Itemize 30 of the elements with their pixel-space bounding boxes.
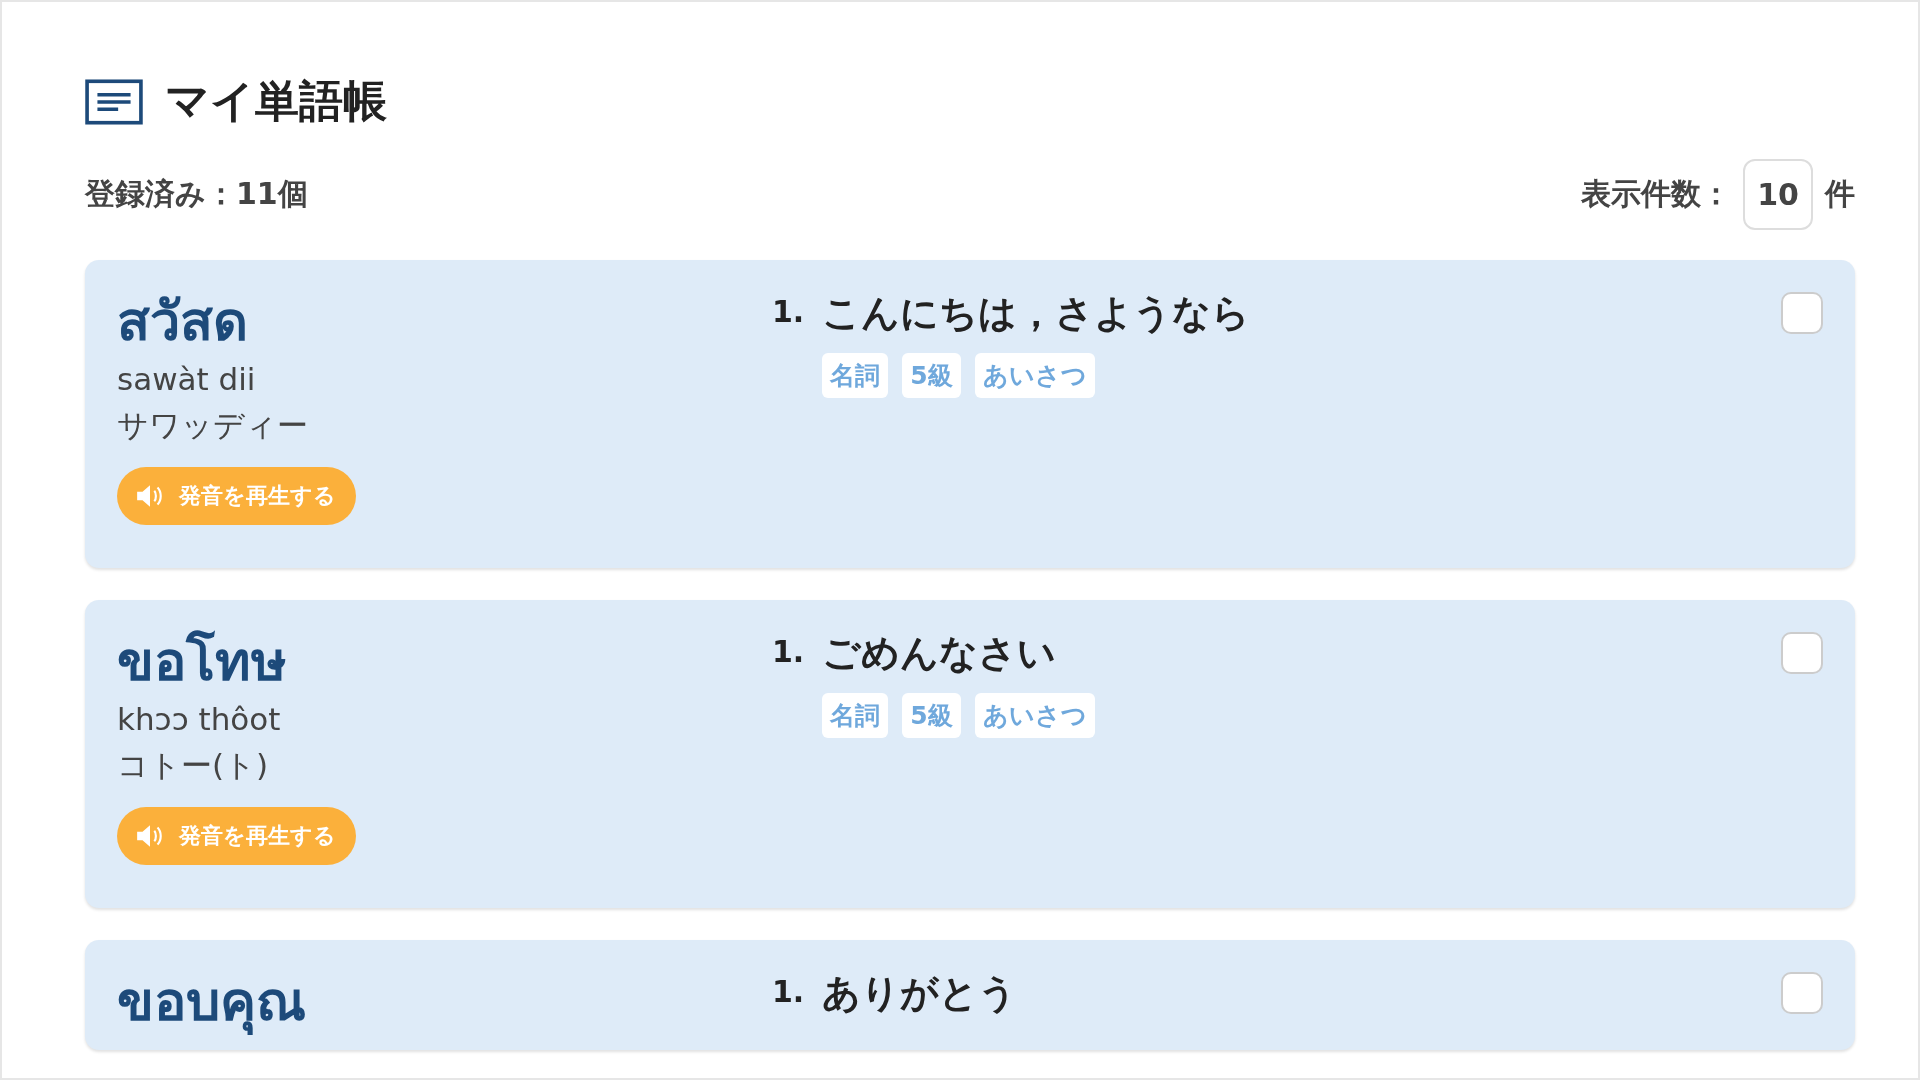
romanization: khɔɔ thôot <box>117 699 282 739</box>
checkbox[interactable] <box>1781 292 1823 334</box>
play-audio-button[interactable]: 発音を再生する <box>117 466 356 525</box>
page-title: マイ単語帳 <box>165 74 387 128</box>
romanization: sawàt dii <box>117 359 257 399</box>
tag: 5級 <box>902 693 961 738</box>
checkbox[interactable] <box>1781 632 1823 674</box>
meaning-number: 1. <box>772 973 805 1011</box>
per-page-unit: 件 <box>1825 175 1855 213</box>
meaning-text: こんにちは，さようなら <box>822 290 1251 337</box>
thai-word: ขอบคุณ <box>117 968 307 1036</box>
meaning-text: ありがとう <box>822 970 1018 1017</box>
tag: 名詞 <box>822 693 889 738</box>
notes-icon <box>85 78 143 125</box>
katakana-reading: コトー(ト) <box>117 746 270 785</box>
tag: 5級 <box>902 353 961 398</box>
checkbox[interactable] <box>1781 972 1823 1014</box>
tag: あいさつ <box>974 693 1095 738</box>
meaning-text: ごめんなさい <box>822 630 1058 677</box>
katakana-reading: サワッディー <box>117 406 309 445</box>
thai-word: ขอโทษ <box>117 628 288 695</box>
thai-word: สวัสด <box>117 288 249 355</box>
play-audio-button[interactable]: 発音を再生する <box>117 806 356 865</box>
tag: 名詞 <box>822 353 889 398</box>
meaning-number: 1. <box>772 633 805 671</box>
per-page-field[interactable]: 10 <box>1743 159 1813 230</box>
registered-count: 登録済み：11個 <box>85 175 308 213</box>
tag: あいさつ <box>974 353 1095 398</box>
meaning-number: 1. <box>772 293 805 331</box>
per-page-label: 表示件数： <box>1581 175 1732 213</box>
